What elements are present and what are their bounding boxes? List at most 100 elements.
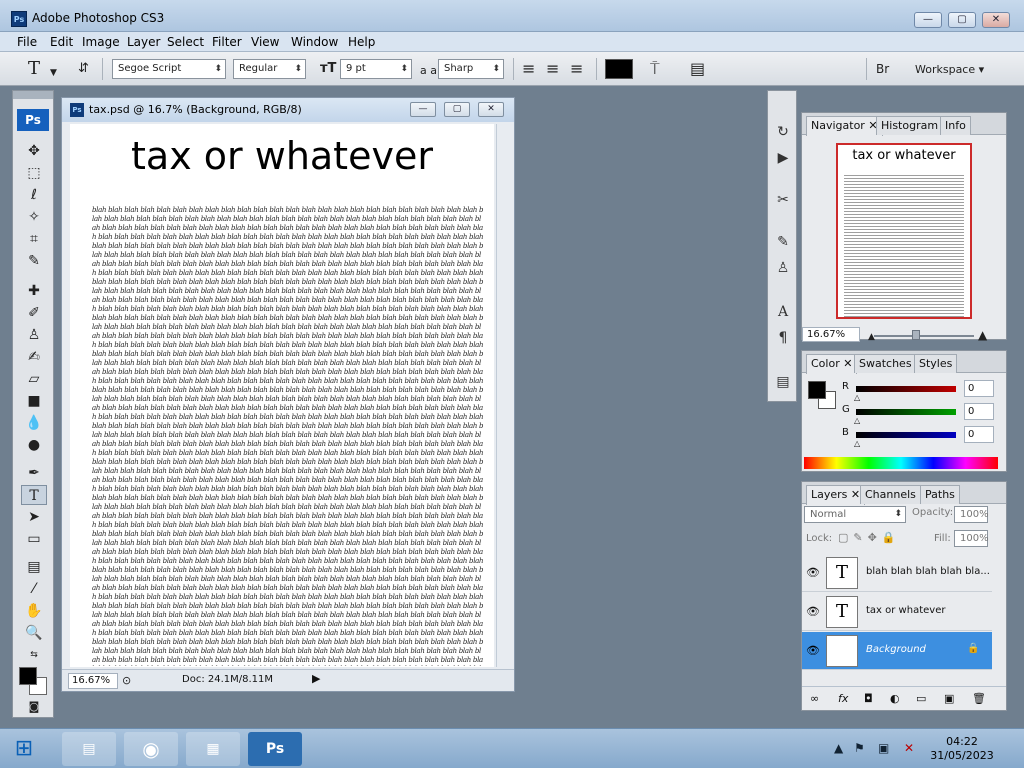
align-right-icon[interactable]: ≡ <box>570 61 583 77</box>
blue-slider[interactable] <box>856 432 956 438</box>
blue-value-field[interactable]: 0 <box>964 426 994 443</box>
photoshop-taskbar-icon[interactable]: Ps <box>248 732 302 766</box>
menu-layer[interactable]: Layer <box>127 35 160 49</box>
color-foreground-swatch[interactable] <box>808 381 826 399</box>
font-family-select[interactable]: Segoe Script ⬍ <box>112 59 226 79</box>
layer-row[interactable]: 👁 T blah blah blah blah bla... <box>802 554 992 592</box>
lock-icons[interactable]: ▢✎✥🔒 <box>838 531 901 544</box>
document-canvas[interactable]: tax or whatever blah blah blah blah blah… <box>70 124 494 667</box>
align-left-icon[interactable]: ≡ <box>522 61 535 77</box>
system-clock[interactable]: 04:22 31/05/2023 <box>930 735 994 763</box>
adjustment-layer-icon[interactable]: ◐ <box>890 692 900 705</box>
brush-tool-icon[interactable]: ✐ <box>21 303 47 323</box>
bridge-icon[interactable]: Br <box>876 61 889 77</box>
visibility-eye-icon[interactable]: 👁 <box>806 644 820 657</box>
menu-select[interactable]: Select <box>167 35 204 49</box>
green-value-field[interactable]: 0 <box>964 403 994 420</box>
doc-maximize-button[interactable]: ▢ <box>444 102 470 117</box>
document-titlebar[interactable]: Ps tax.psd @ 16.7% (Background, RGB/8) —… <box>62 98 514 122</box>
notes-tool-icon[interactable]: ▤ <box>21 557 47 577</box>
link-layers-icon[interactable]: ∞ <box>810 692 819 705</box>
new-layer-icon[interactable]: ▣ <box>944 692 954 705</box>
brushes-panel-icon[interactable]: ✎ <box>772 231 794 253</box>
network-icon[interactable]: ▣ <box>878 741 889 755</box>
tab-color[interactable]: Color ✕ <box>806 354 858 374</box>
menu-help[interactable]: Help <box>348 35 375 49</box>
visibility-eye-icon[interactable]: 👁 <box>806 605 820 618</box>
gradient-tool-icon[interactable]: ■ <box>21 391 47 411</box>
antialias-select[interactable]: Sharp ⬍ <box>438 59 504 79</box>
character-panel-icon[interactable]: ▤ <box>690 61 705 77</box>
tab-paths[interactable]: Paths <box>920 485 960 504</box>
character-panel-icon[interactable]: A <box>772 301 794 323</box>
status-options-icon[interactable]: ⊙ <box>122 673 131 689</box>
tab-info[interactable]: Info <box>940 116 971 135</box>
menu-file[interactable]: File <box>17 35 37 49</box>
photoshop-logo[interactable]: Ps <box>17 109 49 131</box>
calculator-taskbar-icon[interactable]: ▦ <box>186 732 240 766</box>
windows-start-button[interactable]: ⊞ <box>0 732 48 766</box>
green-slider-handle[interactable]: △ <box>854 416 860 425</box>
visibility-eye-icon[interactable]: 👁 <box>806 566 820 579</box>
zoom-slider-handle[interactable] <box>912 330 920 340</box>
align-center-icon[interactable]: ≡ <box>546 61 559 77</box>
navigator-zoom-field[interactable]: 16.67% <box>802 327 860 342</box>
close-button[interactable]: ✕ <box>982 12 1010 28</box>
text-color-swatch[interactable] <box>605 59 633 79</box>
type-tool-icon[interactable]: T <box>21 485 47 505</box>
doc-close-button[interactable]: ✕ <box>478 102 504 117</box>
blend-mode-select[interactable]: Normal ⬍ <box>804 506 906 523</box>
layer-row-selected[interactable]: 👁 Background 🔒 <box>802 632 992 670</box>
tab-styles[interactable]: Styles <box>914 354 958 373</box>
red-slider-handle[interactable]: △ <box>854 393 860 402</box>
blue-slider-handle[interactable]: △ <box>854 439 860 448</box>
opacity-field[interactable]: 100% <box>954 506 989 523</box>
layer-mask-icon[interactable]: ◘ <box>864 692 873 705</box>
eyedropper-tool-icon[interactable]: ⁄ <box>21 579 47 599</box>
eraser-tool-icon[interactable]: ▱ <box>21 369 47 389</box>
history-panel-icon[interactable]: ↻ <box>772 121 794 143</box>
quick-mask-icon[interactable]: ◙ <box>21 697 47 717</box>
tab-histogram[interactable]: Histogram <box>876 116 944 135</box>
menu-image[interactable]: Image <box>82 35 120 49</box>
layer-comps-icon[interactable]: ▤ <box>772 371 794 393</box>
menu-view[interactable]: View <box>251 35 279 49</box>
minimize-button[interactable]: — <box>914 12 942 28</box>
menu-edit[interactable]: Edit <box>50 35 73 49</box>
history-brush-tool-icon[interactable]: ✍ <box>21 347 47 367</box>
red-value-field[interactable]: 0 <box>964 380 994 397</box>
crop-tool-icon[interactable]: ⌗ <box>21 229 47 249</box>
healing-brush-tool-icon[interactable]: ✚ <box>21 281 47 301</box>
vertical-scrollbar[interactable] <box>496 124 512 667</box>
doc-minimize-button[interactable]: — <box>410 102 436 117</box>
file-explorer-taskbar-icon[interactable]: ▤ <box>62 732 116 766</box>
clone-source-icon[interactable]: ♙ <box>772 257 794 279</box>
layer-row[interactable]: 👁 T tax or whatever <box>802 593 992 631</box>
tool-preset-arrow-icon[interactable]: ▼ <box>50 65 57 81</box>
windows-orb-taskbar-icon[interactable]: ◉ <box>124 732 178 766</box>
zoom-slider-track[interactable] <box>874 335 974 337</box>
tab-navigator[interactable]: Navigator ✕ <box>806 116 883 136</box>
fill-field[interactable]: 100% <box>954 530 989 547</box>
tab-layers[interactable]: Layers ✕ <box>806 485 866 505</box>
show-hidden-icons-icon[interactable]: ▲ <box>834 741 843 755</box>
zoom-in-icon[interactable]: ▲ <box>978 327 987 343</box>
panel-grip[interactable] <box>13 91 53 99</box>
color-spectrum-ramp[interactable] <box>804 457 998 469</box>
marquee-tool-icon[interactable]: ⬚ <box>21 163 47 183</box>
pen-tool-icon[interactable]: ✒ <box>21 463 47 483</box>
dodge-tool-icon[interactable]: ● <box>21 435 47 455</box>
zoom-tool-icon[interactable]: 🔍 <box>21 623 47 643</box>
menu-filter[interactable]: Filter <box>212 35 242 49</box>
fx-icon[interactable]: fx <box>838 692 848 705</box>
blur-tool-icon[interactable]: 💧 <box>21 413 47 433</box>
foreground-color[interactable] <box>19 667 37 685</box>
workspace-menu[interactable]: Workspace ▾ <box>915 62 984 78</box>
clone-stamp-tool-icon[interactable]: ♙ <box>21 325 47 345</box>
move-tool-icon[interactable]: ✥ <box>21 141 47 161</box>
lasso-tool-icon[interactable]: ℓ <box>21 185 47 205</box>
hand-tool-icon[interactable]: ✋ <box>21 601 47 621</box>
maximize-button[interactable]: ▢ <box>948 12 976 28</box>
swap-colors-icon[interactable]: ⇆ <box>21 645 47 665</box>
red-slider[interactable] <box>856 386 956 392</box>
